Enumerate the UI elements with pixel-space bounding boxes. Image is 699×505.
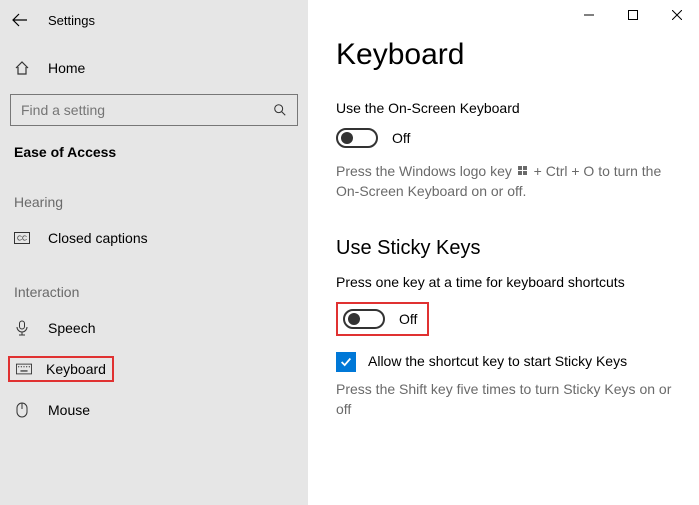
settings-sidebar: Settings Home Ease of Access Hearing CC … — [0, 0, 308, 505]
osk-hint-pre: Press the Windows logo key — [336, 163, 516, 179]
sidebar-item-label: Closed captions — [48, 230, 148, 246]
sticky-shortcut-row: Allow the shortcut key to start Sticky K… — [336, 352, 699, 372]
maximize-button[interactable] — [611, 0, 655, 30]
sticky-shortcut-checkbox[interactable] — [336, 352, 356, 372]
sidebar-item-label: Keyboard — [46, 361, 106, 377]
svg-text:CC: CC — [17, 236, 27, 243]
sticky-checkbox-label: Allow the shortcut key to start Sticky K… — [368, 352, 627, 369]
search-icon — [273, 103, 287, 117]
minimize-button[interactable] — [567, 0, 611, 30]
osk-state: Off — [392, 130, 410, 146]
window-title: Settings — [48, 13, 95, 28]
sticky-state: Off — [399, 311, 417, 327]
group-interaction-label: Interaction — [0, 258, 308, 308]
sticky-label: Press one key at a time for keyboard sho… — [336, 274, 699, 290]
close-button[interactable] — [655, 0, 699, 30]
main-pane: Keyboard Use the On-Screen Keyboard Off … — [308, 0, 699, 505]
search-input[interactable] — [21, 102, 273, 118]
home-label: Home — [48, 60, 85, 76]
sidebar-item-label: Speech — [48, 320, 95, 336]
osk-label: Use the On-Screen Keyboard — [336, 100, 699, 116]
search-wrap — [0, 86, 308, 126]
sidebar-item-keyboard[interactable]: Keyboard — [0, 348, 308, 390]
search-box[interactable] — [10, 94, 298, 126]
sticky-toggle[interactable] — [343, 309, 385, 329]
osk-toggle-row: Off — [336, 128, 699, 148]
page-heading: Keyboard — [336, 38, 699, 72]
sidebar-item-label: Mouse — [48, 402, 90, 418]
sidebar-item-mouse[interactable]: Mouse — [0, 390, 308, 430]
home-nav[interactable]: Home — [0, 50, 308, 86]
closed-captions-icon: CC — [14, 232, 30, 244]
back-icon[interactable] — [12, 12, 28, 28]
keyboard-highlight: Keyboard — [8, 356, 114, 382]
sticky-hint: Press the Shift key five times to turn S… — [336, 380, 699, 419]
titlebar: Settings — [0, 0, 308, 40]
windows-logo-icon — [518, 166, 528, 176]
osk-hint: Press the Windows logo key + Ctrl + O to… — [336, 162, 699, 201]
sticky-toggle-highlight: Off — [336, 302, 429, 336]
group-hearing-label: Hearing — [0, 168, 308, 218]
keyboard-icon — [16, 363, 32, 375]
mouse-icon — [14, 402, 30, 418]
sidebar-item-speech[interactable]: Speech — [0, 308, 308, 348]
window-controls — [567, 0, 699, 30]
sidebar-item-closed-captions[interactable]: CC Closed captions — [0, 218, 308, 258]
home-icon — [14, 60, 30, 76]
category-title: Ease of Access — [0, 126, 308, 168]
microphone-icon — [14, 320, 30, 336]
sticky-heading: Use Sticky Keys — [336, 237, 699, 260]
osk-toggle[interactable] — [336, 128, 378, 148]
